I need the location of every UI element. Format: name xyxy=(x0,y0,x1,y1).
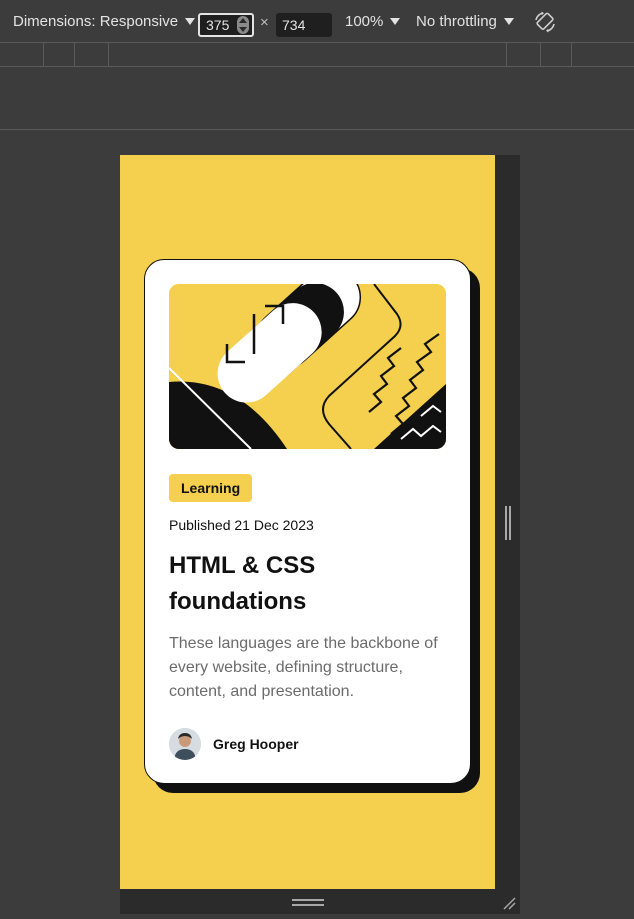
chevron-down-icon xyxy=(185,18,196,25)
ruler-tick xyxy=(571,43,572,67)
resize-handle-right[interactable] xyxy=(505,506,511,540)
width-value: 375 xyxy=(206,17,230,33)
ruler-tick xyxy=(108,43,109,67)
ruler-tick xyxy=(540,43,541,67)
ruler-divider xyxy=(0,129,634,130)
blog-preview-card: Learning Published 21 Dec 2023 HTML & CS… xyxy=(144,259,471,784)
resize-handle-bottom[interactable] xyxy=(292,899,324,906)
rotate-button[interactable] xyxy=(533,0,557,43)
avatar xyxy=(169,728,201,760)
height-input[interactable]: 734 xyxy=(276,13,332,37)
width-input[interactable]: 375 xyxy=(198,13,254,37)
throttling-label: No throttling xyxy=(416,13,497,30)
times-sign: × xyxy=(260,14,269,31)
zoom-dropdown[interactable]: 100% xyxy=(345,0,401,43)
device-toolbar: Dimensions: Responsive 375 × 734 100% No… xyxy=(0,0,634,43)
author-row: Greg Hooper xyxy=(169,728,446,760)
dimensions-dropdown[interactable]: Dimensions: Responsive xyxy=(13,0,196,43)
zoom-label: 100% xyxy=(345,13,384,30)
author-name: Greg Hooper xyxy=(213,736,299,752)
stepper-icon[interactable] xyxy=(237,16,249,34)
published-date: Published 21 Dec 2023 xyxy=(169,517,314,533)
dimensions-label: Dimensions: Responsive xyxy=(13,13,179,30)
height-value: 734 xyxy=(282,17,306,33)
device-frame: Learning Published 21 Dec 2023 HTML & CS… xyxy=(120,155,520,914)
card-title[interactable]: HTML & CSS foundations xyxy=(169,548,389,620)
rotate-icon xyxy=(535,11,555,32)
ruler-tick xyxy=(506,43,507,67)
resize-corner-icon[interactable] xyxy=(500,894,516,910)
page-viewport: Learning Published 21 Dec 2023 HTML & CS… xyxy=(120,155,495,889)
illustration-image xyxy=(169,284,446,449)
chevron-down-icon xyxy=(503,18,514,25)
media-query-ruler xyxy=(0,43,634,67)
category-tag[interactable]: Learning xyxy=(169,474,253,502)
card-description: These languages are the backbone of ever… xyxy=(169,635,438,700)
chevron-down-icon xyxy=(390,18,401,25)
throttling-dropdown[interactable]: No throttling xyxy=(416,0,514,43)
ruler-tick xyxy=(74,43,75,67)
ruler-tick xyxy=(43,43,44,67)
